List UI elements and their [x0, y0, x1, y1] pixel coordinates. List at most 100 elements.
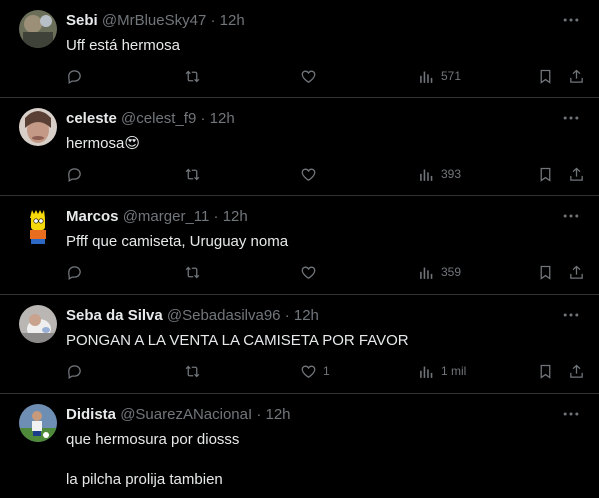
tweet[interactable]: Didista @SuarezANacionaI · 12h que hermo… — [0, 394, 599, 498]
display-name[interactable]: Marcos — [66, 208, 119, 225]
reply-icon — [68, 265, 81, 280]
bookmark-icon — [540, 364, 551, 379]
bookmark-button[interactable] — [537, 262, 554, 282]
reply-button[interactable] — [66, 361, 89, 381]
reply-icon — [68, 167, 81, 182]
views-chart-icon — [420, 267, 433, 279]
bookmark-button[interactable] — [537, 164, 554, 184]
tweet-text-line: la pilcha prolija tambien — [66, 471, 223, 488]
views-button[interactable]: 393 — [418, 164, 461, 184]
avatar[interactable] — [19, 206, 57, 244]
separator: · — [209, 208, 223, 225]
share-button[interactable] — [568, 66, 585, 86]
reply-icon — [68, 364, 81, 379]
tweet-text-line: Pfff que camiseta, Uruguay noma — [66, 233, 289, 250]
user-handle[interactable]: @MrBlueSky47 — [102, 12, 206, 29]
user-handle[interactable]: @Sebadasilva96 — [167, 307, 281, 324]
retweet-icon — [185, 168, 200, 180]
tweet-text-line: hermosa😍 — [66, 135, 140, 152]
tweet-text-line: Uff está hermosa — [66, 37, 180, 54]
view-count: 359 — [441, 265, 462, 279]
views-button[interactable]: 359 — [418, 262, 461, 282]
tweet[interactable]: celeste @celest_f9 · 12h hermosa😍 393 — [0, 98, 599, 196]
view-count: 1 mil — [441, 364, 467, 378]
heart-icon — [301, 365, 316, 378]
like-button[interactable] — [300, 66, 323, 86]
avatar[interactable] — [19, 10, 57, 48]
separator: · — [206, 12, 220, 29]
reply-button[interactable] — [66, 66, 89, 86]
retweet-button[interactable] — [184, 361, 207, 381]
action-bar: 359 — [66, 262, 585, 282]
display-name[interactable]: celeste — [66, 110, 117, 127]
view-count: 393 — [441, 167, 462, 181]
like-button[interactable]: 1 — [300, 361, 330, 381]
view-count: 571 — [441, 69, 462, 83]
like-button[interactable] — [300, 164, 323, 184]
reply-button[interactable] — [66, 164, 89, 184]
reply-button[interactable] — [66, 262, 89, 282]
tweet-header: celeste @celest_f9 · 12h — [66, 110, 235, 128]
bookmark-button[interactable] — [537, 66, 554, 86]
tweet[interactable]: Sebi @MrBlueSky47 · 12h Uff está hermosa… — [0, 0, 599, 98]
tweet-text: Pfff que camiseta, Uruguay noma — [66, 232, 288, 252]
share-button[interactable] — [568, 361, 585, 381]
display-name[interactable]: Sebi — [66, 12, 98, 29]
tweet-text: hermosa😍 — [66, 134, 140, 154]
views-chart-icon — [420, 366, 433, 378]
like-count: 1 — [323, 364, 330, 378]
more-options-icon[interactable] — [561, 305, 581, 325]
retweet-button[interactable] — [184, 262, 207, 282]
more-options-icon[interactable] — [561, 10, 581, 30]
timestamp[interactable]: 12h — [266, 406, 291, 423]
user-handle[interactable]: @SuarezANacionaI — [120, 406, 252, 423]
retweet-button[interactable] — [184, 164, 207, 184]
tweet-text-line: que hermosura por diosss — [66, 431, 240, 448]
retweet-icon — [185, 365, 200, 377]
tweet-header: Marcos @marger_11 · 12h — [66, 208, 248, 226]
bookmark-button[interactable] — [537, 361, 554, 381]
tweet-text: que hermosura por diosss la pilcha proli… — [66, 430, 239, 490]
avatar[interactable] — [19, 305, 57, 343]
tweet[interactable]: Marcos @marger_11 · 12h Pfff que camiset… — [0, 196, 599, 295]
timestamp[interactable]: 12h — [210, 110, 235, 127]
like-button[interactable] — [300, 262, 323, 282]
share-button[interactable] — [568, 164, 585, 184]
bookmark-icon — [540, 69, 551, 84]
views-chart-icon — [420, 71, 433, 83]
views-button[interactable]: 1 mil — [418, 361, 466, 381]
separator: · — [252, 406, 266, 423]
heart-icon — [301, 266, 316, 279]
timestamp[interactable]: 12h — [220, 12, 245, 29]
more-options-icon[interactable] — [561, 206, 581, 226]
tweet-text-line: PONGAN A LA VENTA LA CAMISETA POR FAVOR — [66, 332, 409, 349]
heart-icon — [301, 168, 316, 181]
more-options-icon[interactable] — [561, 404, 581, 424]
separator: · — [280, 307, 294, 324]
views-button[interactable]: 571 — [418, 66, 461, 86]
action-bar: 393 — [66, 164, 585, 184]
bookmark-icon — [540, 167, 551, 182]
share-icon — [570, 167, 583, 181]
bookmark-icon — [540, 265, 551, 280]
retweet-button[interactable] — [184, 66, 207, 86]
share-icon — [570, 364, 583, 378]
tweet-header: Didista @SuarezANacionaI · 12h — [66, 406, 291, 424]
timestamp[interactable]: 12h — [223, 208, 248, 225]
user-handle[interactable]: @marger_11 — [123, 208, 210, 225]
share-button[interactable] — [568, 262, 585, 282]
timestamp[interactable]: 12h — [294, 307, 319, 324]
action-bar: 1 1 mil — [66, 361, 585, 381]
reply-feed: Sebi @MrBlueSky47 · 12h Uff está hermosa… — [0, 0, 599, 498]
tweet-header: Sebi @MrBlueSky47 · 12h — [66, 12, 245, 30]
more-options-icon[interactable] — [561, 108, 581, 128]
share-icon — [570, 265, 583, 279]
tweet[interactable]: Seba da Silva @Sebadasilva96 · 12h PONGA… — [0, 295, 599, 394]
avatar[interactable] — [19, 108, 57, 146]
retweet-icon — [185, 266, 200, 278]
display-name[interactable]: Didista — [66, 406, 116, 423]
heart-icon — [301, 70, 316, 83]
avatar[interactable] — [19, 404, 57, 442]
user-handle[interactable]: @celest_f9 — [121, 110, 196, 127]
display-name[interactable]: Seba da Silva — [66, 307, 163, 324]
